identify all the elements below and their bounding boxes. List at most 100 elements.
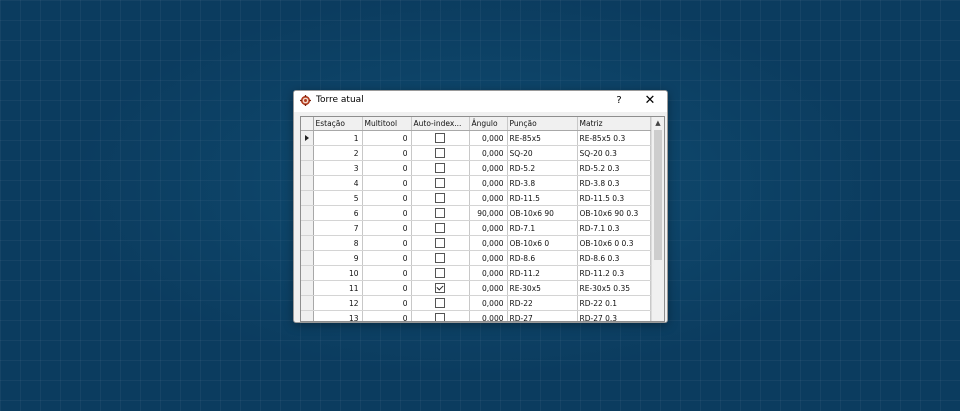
cell-estacao[interactable]: 10 xyxy=(313,265,363,281)
vertical-scrollbar[interactable]: ▲ xyxy=(651,117,664,321)
cell-estacao[interactable]: 7 xyxy=(313,220,363,236)
row-header[interactable] xyxy=(301,220,314,236)
auto-index-checkbox[interactable] xyxy=(435,193,445,203)
table-row[interactable]: 12 0 0,000 RD-22 RD-22 0.1 xyxy=(301,295,651,311)
row-header[interactable] xyxy=(301,235,314,251)
cell-matriz[interactable]: RD-8.6 0.3 xyxy=(577,250,651,266)
cell-estacao[interactable]: 4 xyxy=(313,175,363,191)
cell-angulo[interactable]: 0,000 xyxy=(469,175,508,191)
cell-angulo[interactable]: 0,000 xyxy=(469,280,508,296)
column-header-puncao[interactable]: Punção xyxy=(507,117,578,131)
cell-matriz[interactable]: OB-10x6 90 0.3 xyxy=(577,205,651,221)
cell-angulo[interactable]: 0,000 xyxy=(469,250,508,266)
cell-angulo[interactable]: 0,000 xyxy=(469,220,508,236)
auto-index-checkbox[interactable] xyxy=(435,223,445,233)
cell-angulo[interactable]: 0,000 xyxy=(469,265,508,281)
cell-multitool[interactable]: 0 xyxy=(362,160,412,176)
auto-index-checkbox[interactable] xyxy=(435,268,445,278)
table-row[interactable]: 13 0 0,000 RD-27 RD-27 0.3 xyxy=(301,310,651,321)
column-header-matriz[interactable]: Matriz xyxy=(577,117,651,131)
cell-puncao[interactable]: RD-11.5 xyxy=(507,190,578,206)
cell-angulo[interactable]: 0,000 xyxy=(469,190,508,206)
cell-multitool[interactable]: 0 xyxy=(362,280,412,296)
cell-angulo[interactable]: 0,000 xyxy=(469,145,508,161)
row-header[interactable] xyxy=(301,160,314,176)
auto-index-checkbox[interactable] xyxy=(435,313,445,321)
cell-angulo[interactable]: 0,000 xyxy=(469,235,508,251)
cell-puncao[interactable]: RD-8.6 xyxy=(507,250,578,266)
cell-angulo[interactable]: 90,000 xyxy=(469,205,508,221)
cell-multitool[interactable]: 0 xyxy=(362,205,412,221)
row-header[interactable] xyxy=(301,280,314,296)
auto-index-checkbox[interactable] xyxy=(435,298,445,308)
auto-index-checkbox[interactable] xyxy=(435,253,445,263)
cell-matriz[interactable]: RE-30x5 0.35 xyxy=(577,280,651,296)
chevron-up-icon[interactable]: ▲ xyxy=(652,117,664,129)
cell-puncao[interactable]: RD-11.2 xyxy=(507,265,578,281)
cell-matriz[interactable]: SQ-20 0.3 xyxy=(577,145,651,161)
cell-multitool[interactable]: 0 xyxy=(362,130,412,146)
auto-index-checkbox[interactable] xyxy=(435,148,445,158)
cell-matriz[interactable]: RD-5.2 0.3 xyxy=(577,160,651,176)
cell-auto-index[interactable] xyxy=(411,310,470,321)
cell-angulo[interactable]: 0,000 xyxy=(469,310,508,321)
auto-index-checkbox[interactable] xyxy=(435,133,445,143)
cell-auto-index[interactable] xyxy=(411,295,470,311)
cell-multitool[interactable]: 0 xyxy=(362,265,412,281)
cell-estacao[interactable]: 3 xyxy=(313,160,363,176)
title-bar[interactable]: Torre atual ? ✕ xyxy=(294,91,667,112)
auto-index-checkbox[interactable] xyxy=(435,163,445,173)
cell-matriz[interactable]: RD-22 0.1 xyxy=(577,295,651,311)
cell-auto-index[interactable] xyxy=(411,190,470,206)
cell-puncao[interactable]: RD-5.2 xyxy=(507,160,578,176)
cell-angulo[interactable]: 0,000 xyxy=(469,295,508,311)
row-header[interactable] xyxy=(301,250,314,266)
table-row[interactable]: 3 0 0,000 RD-5.2 RD-5.2 0.3 xyxy=(301,160,651,176)
cell-auto-index[interactable] xyxy=(411,235,470,251)
cell-matriz[interactable]: RD-3.8 0.3 xyxy=(577,175,651,191)
cell-matriz[interactable]: RE-85x5 0.3 xyxy=(577,130,651,146)
cell-estacao[interactable]: 6 xyxy=(313,205,363,221)
row-header[interactable] xyxy=(301,205,314,221)
cell-angulo[interactable]: 0,000 xyxy=(469,130,508,146)
help-button[interactable]: ? xyxy=(612,93,626,109)
cell-auto-index[interactable] xyxy=(411,250,470,266)
row-header[interactable] xyxy=(301,130,314,146)
cell-estacao[interactable]: 9 xyxy=(313,250,363,266)
cell-angulo[interactable]: 0,000 xyxy=(469,160,508,176)
row-header[interactable] xyxy=(301,295,314,311)
cell-puncao[interactable]: RE-85x5 xyxy=(507,130,578,146)
cell-auto-index[interactable] xyxy=(411,130,470,146)
scrollbar-thumb[interactable] xyxy=(654,130,662,260)
auto-index-checkbox[interactable] xyxy=(435,238,445,248)
cell-puncao[interactable]: RD-3.8 xyxy=(507,175,578,191)
auto-index-checkbox[interactable] xyxy=(435,283,445,293)
table-row[interactable]: 11 0 0,000 RE-30x5 RE-30x5 0.35 xyxy=(301,280,651,296)
cell-auto-index[interactable] xyxy=(411,160,470,176)
cell-auto-index[interactable] xyxy=(411,280,470,296)
cell-estacao[interactable]: 12 xyxy=(313,295,363,311)
table-row[interactable]: 8 0 0,000 OB-10x6 0 OB-10x6 0 0.3 xyxy=(301,235,651,251)
cell-auto-index[interactable] xyxy=(411,145,470,161)
cell-puncao[interactable]: RD-27 xyxy=(507,310,578,321)
cell-estacao[interactable]: 11 xyxy=(313,280,363,296)
table-row[interactable]: 1 0 0,000 RE-85x5 RE-85x5 0.3 xyxy=(301,130,651,146)
column-header-estacao[interactable]: Estação xyxy=(313,117,363,131)
cell-matriz[interactable]: RD-11.5 0.3 xyxy=(577,190,651,206)
cell-matriz[interactable]: RD-11.2 0.3 xyxy=(577,265,651,281)
cell-puncao[interactable]: RD-7.1 xyxy=(507,220,578,236)
cell-multitool[interactable]: 0 xyxy=(362,145,412,161)
table-row[interactable]: 6 0 90,000 OB-10x6 90 OB-10x6 90 0.3 xyxy=(301,205,651,221)
table-row[interactable]: 9 0 0,000 RD-8.6 RD-8.6 0.3 xyxy=(301,250,651,266)
row-header[interactable] xyxy=(301,190,314,206)
column-header-multitool[interactable]: Multitool xyxy=(362,117,412,131)
column-header-auto-index[interactable]: Auto-index... xyxy=(411,117,470,131)
cell-estacao[interactable]: 5 xyxy=(313,190,363,206)
cell-auto-index[interactable] xyxy=(411,265,470,281)
cell-puncao[interactable]: OB-10x6 0 xyxy=(507,235,578,251)
cell-matriz[interactable]: RD-27 0.3 xyxy=(577,310,651,321)
cell-multitool[interactable]: 0 xyxy=(362,295,412,311)
table-row[interactable]: 5 0 0,000 RD-11.5 RD-11.5 0.3 xyxy=(301,190,651,206)
table-row[interactable]: 10 0 0,000 RD-11.2 RD-11.2 0.3 xyxy=(301,265,651,281)
cell-multitool[interactable]: 0 xyxy=(362,190,412,206)
